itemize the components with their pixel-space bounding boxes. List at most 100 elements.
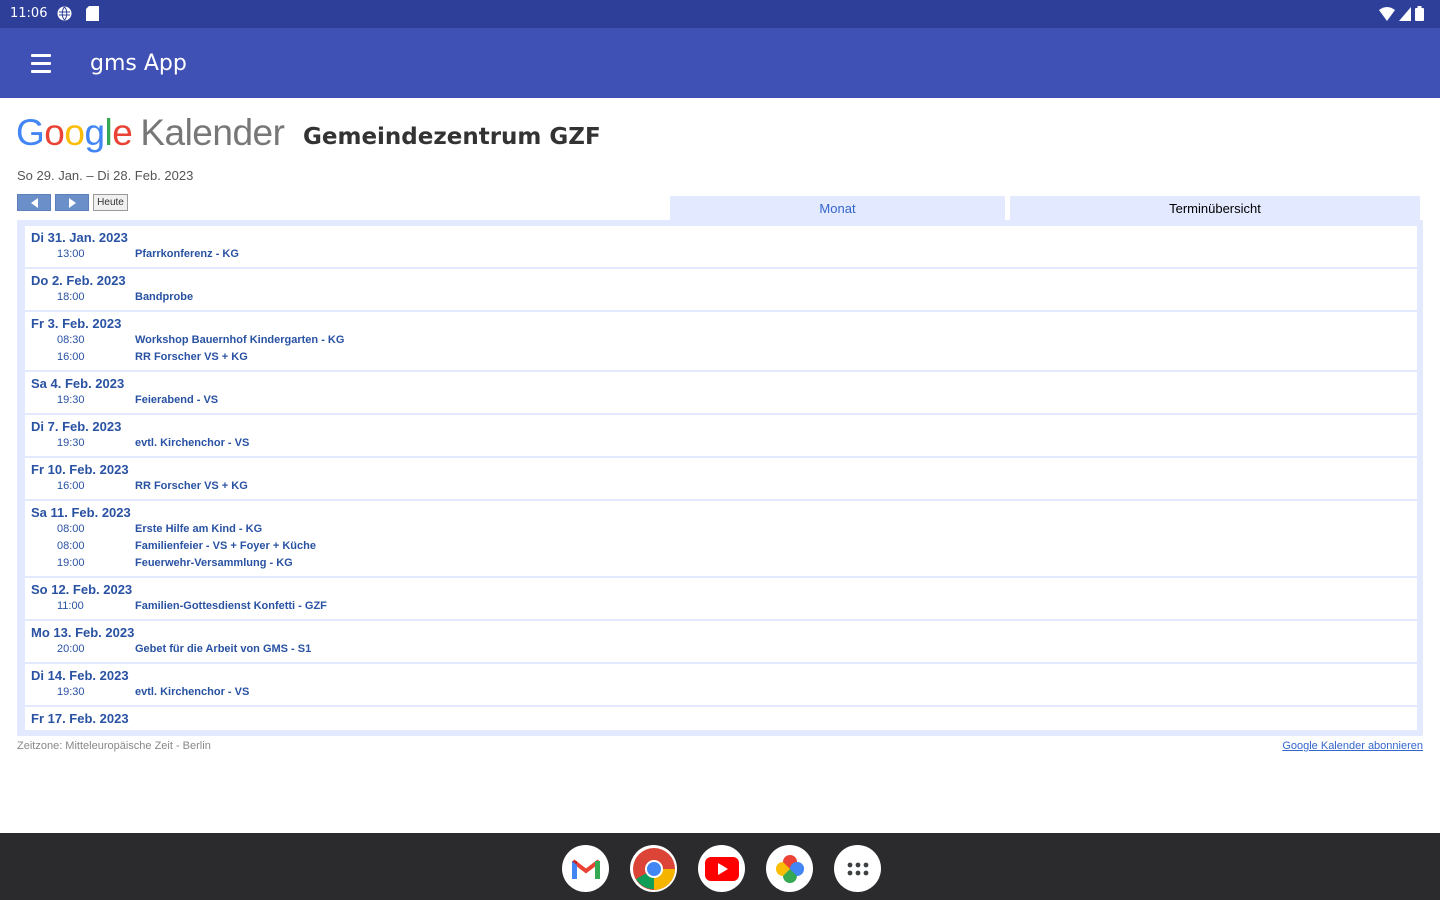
- google-calendar-logo: Google Kalender: [16, 112, 285, 154]
- event-title: RR Forscher VS + KG: [135, 480, 248, 492]
- agenda-event[interactable]: 16:00 RR Forscher VS + KG: [31, 478, 1417, 495]
- menu-line: [31, 61, 51, 65]
- event-time: 11:00: [57, 600, 84, 612]
- event-title: Feierabend - VS: [135, 394, 219, 406]
- event-title: Workshop Bauernhof Kindergarten - KG: [135, 334, 345, 346]
- vpn-globe-icon: [57, 6, 72, 21]
- date-range: So 29. Jan. – Di 28. Feb. 2023: [17, 168, 194, 183]
- logo-suffix: Kalender: [140, 112, 285, 153]
- previous-button[interactable]: [17, 194, 51, 211]
- agenda-day: Mo 13. Feb. 2023 20:00 Gebet für die Arbei…: [25, 621, 1417, 664]
- next-button[interactable]: [55, 194, 89, 211]
- event-time: 19:30: [57, 394, 85, 406]
- app-bar: gms App: [0, 28, 1440, 98]
- menu-line: [31, 69, 51, 73]
- agenda-day-date: Sa 11. Feb. 2023: [31, 505, 131, 520]
- agenda-event[interactable]: 20:00 Gebet für die Arbeit von GMS - S1: [31, 641, 1417, 658]
- agenda-event[interactable]: 08:30 Workshop Bauernhof Kindergarten - K…: [31, 332, 1417, 349]
- agenda-day: Di 31. Jan. 2023 13:00 Pfarrkonferenz - KG: [25, 226, 1417, 269]
- event-time: 18:00: [57, 291, 85, 303]
- event-title: Familienfeier - VS + Foyer + Küche: [135, 540, 316, 552]
- timezone-info: Zeitzone: Mitteleuropäische Zeit - Berli…: [17, 740, 211, 752]
- event-title: Bandprobe: [135, 291, 194, 303]
- tab-month[interactable]: Monat: [670, 196, 1005, 220]
- youtube-icon[interactable]: [698, 845, 745, 892]
- google-wordmark: Google: [16, 112, 133, 153]
- event-title: evtl. Kirchenchor - VS: [135, 686, 250, 698]
- app-dock: [562, 845, 881, 892]
- event-time: 08:00: [57, 523, 85, 535]
- today-button[interactable]: Heute: [93, 194, 128, 211]
- apps-grid-icon[interactable]: [834, 845, 881, 892]
- status-bar: 11:06: [0, 0, 1440, 28]
- event-title: Pfarrkonferenz - KG: [135, 248, 239, 260]
- agenda-day: Sa 4. Feb. 2023 19:30 Feierabend - VS: [25, 372, 1417, 415]
- agenda-event[interactable]: 18:00 Bandprobe: [31, 289, 1417, 306]
- agenda-day: So 12. Feb. 2023 11:00 Familien-Gottesdien…: [25, 578, 1417, 621]
- event-title: Feuerwehr-Versammlung - KG: [135, 557, 293, 569]
- agenda-day-date: Do 2. Feb. 2023: [31, 273, 126, 288]
- agenda-day-date: So 12. Feb. 2023: [31, 582, 133, 597]
- agenda-day: Fr 3. Feb. 2023 08:30 Workshop Bauernhof K…: [25, 312, 1417, 372]
- sd-card-icon: [86, 6, 101, 21]
- status-time: 11:06: [10, 6, 48, 21]
- arrow-right-icon: [68, 197, 76, 208]
- menu-line: [31, 53, 51, 57]
- app-title: gms App: [90, 51, 187, 76]
- agenda-day-date: Fr 17. Feb. 2023: [31, 711, 129, 726]
- event-title: evtl. Kirchenchor - VS: [135, 437, 250, 449]
- agenda-event[interactable]: 19:30 evtl. Kirchenchor - VS: [31, 435, 1417, 452]
- battery-icon: [1415, 6, 1424, 26]
- date-navigation: Heute: [17, 194, 128, 211]
- chrome-icon[interactable]: [630, 845, 677, 892]
- event-time: 19:00: [57, 557, 85, 569]
- tab-agenda[interactable]: Terminübersicht: [1010, 196, 1420, 220]
- agenda-event[interactable]: 19:30 evtl. Kirchenchor - VS: [31, 684, 1417, 701]
- status-right-group: [1379, 6, 1424, 26]
- event-time: 08:00: [57, 540, 85, 552]
- agenda-day: Di 7. Feb. 2023 19:30 evtl. Kirchenchor - …: [25, 415, 1417, 458]
- event-time: 16:00: [57, 480, 85, 492]
- gmail-icon[interactable]: [562, 845, 609, 892]
- agenda-day-date: Di 14. Feb. 2023: [31, 668, 129, 683]
- photos-icon[interactable]: [766, 845, 813, 892]
- event-time: 08:30: [57, 334, 85, 346]
- agenda-event[interactable]: 19:00 Feuerwehr-Versammlung - KG: [31, 555, 1417, 572]
- agenda-event[interactable]: 08:00 Familienfeier - VS + Foyer + Küche: [31, 538, 1417, 555]
- event-time: 19:30: [57, 437, 85, 449]
- agenda-day-date: Mo 13. Feb. 2023: [31, 625, 135, 640]
- event-title: Familien-Gottesdienst Konfetti - GZF: [135, 600, 327, 612]
- signal-icon: [1399, 6, 1411, 26]
- agenda-event[interactable]: 08:00 Erste Hilfe am Kind - KG: [31, 521, 1417, 538]
- subscribe-link[interactable]: Google Kalender abonnieren: [1282, 740, 1423, 752]
- event-time: 13:00: [57, 248, 85, 260]
- agenda-frame: Di 31. Jan. 2023 13:00 Pfarrkonferenz - KG…: [17, 220, 1423, 736]
- event-title: RR Forscher VS + KG: [135, 351, 248, 363]
- agenda-day: Fr 17. Feb. 2023: [25, 707, 1417, 730]
- agenda-event[interactable]: 19:30 Feierabend - VS: [31, 392, 1417, 409]
- agenda-day: Fr 10. Feb. 2023 16:00 RR Forscher VS + KG: [25, 458, 1417, 501]
- menu-button[interactable]: [24, 48, 58, 78]
- agenda-event[interactable]: 16:00 RR Forscher VS + KG: [31, 349, 1417, 366]
- agenda-day-date: Fr 10. Feb. 2023: [31, 462, 129, 477]
- event-time: 16:00: [57, 351, 85, 363]
- agenda-list[interactable]: Di 31. Jan. 2023 13:00 Pfarrkonferenz - KG…: [25, 226, 1417, 730]
- agenda-day-date: Sa 4. Feb. 2023: [31, 376, 125, 391]
- agenda-day: Do 2. Feb. 2023 18:00 Bandprobe: [25, 269, 1417, 312]
- calendar-webview: Google Kalender Gemeindezentrum GZF So 29…: [0, 98, 1440, 833]
- calendar-title: Gemeindezentrum GZF: [303, 124, 601, 150]
- agenda-day-date: Fr 3. Feb. 2023: [31, 316, 122, 331]
- event-title: Gebet für die Arbeit von GMS - S1: [135, 643, 312, 655]
- system-nav-bar: [0, 833, 1440, 900]
- agenda-day-date: Di 31. Jan. 2023: [31, 230, 128, 245]
- event-time: 19:30: [57, 686, 85, 698]
- agenda-day: Di 14. Feb. 2023 19:30 evtl. Kirchenchor -…: [25, 664, 1417, 707]
- event-title: Erste Hilfe am Kind - KG: [135, 523, 263, 535]
- agenda-event[interactable]: 13:00 Pfarrkonferenz - KG: [31, 246, 1417, 263]
- agenda-day: Sa 11. Feb. 2023 08:00 Erste Hilfe am Kind…: [25, 501, 1417, 578]
- wifi-icon: [1379, 6, 1395, 26]
- event-time: 20:00: [57, 643, 85, 655]
- agenda-day-date: Di 7. Feb. 2023: [31, 419, 122, 434]
- agenda-event[interactable]: 11:00 Familien-Gottesdienst Konfetti - GZ…: [31, 598, 1417, 615]
- arrow-left-icon: [30, 197, 38, 208]
